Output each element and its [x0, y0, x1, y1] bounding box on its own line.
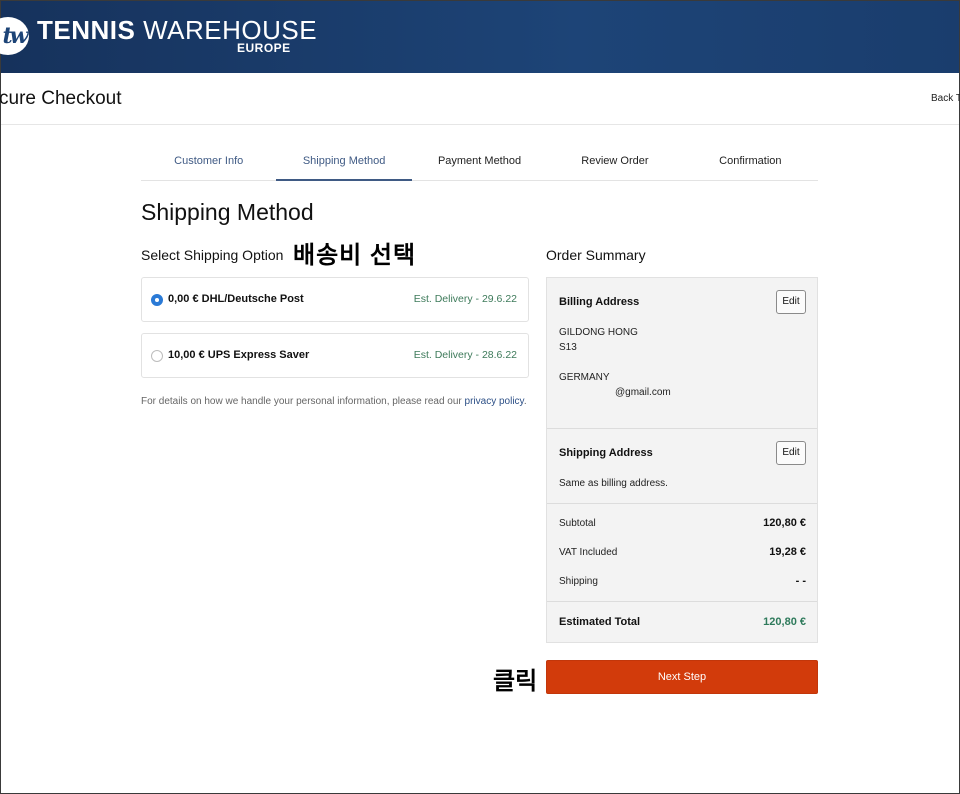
- summary-divider: [547, 601, 817, 602]
- radio-ups[interactable]: [151, 350, 163, 362]
- site-header: tw TENNIS WAREHOUSE EUROPE: [0, 1, 959, 73]
- next-step-button[interactable]: Next Step: [546, 660, 818, 694]
- edit-shipping-button[interactable]: Edit: [776, 441, 806, 465]
- shipping-option-ups[interactable]: 10,00 € UPS Express Saver Est. Delivery …: [141, 333, 529, 378]
- subtotal-label: Subtotal: [559, 518, 596, 529]
- annotation-click: 클릭: [493, 668, 538, 695]
- step-review-order: Review Order: [581, 155, 649, 167]
- shipping-address-text: Same as billing address.: [559, 478, 668, 489]
- shipping-option-dhl[interactable]: 0,00 € DHL/Deutsche Post Est. Delivery -…: [141, 277, 529, 322]
- page-heading: cure Checkout: [0, 88, 122, 109]
- summary-divider: [547, 503, 817, 504]
- privacy-note: For details on how we handle your person…: [141, 396, 527, 407]
- estimated-total-label: Estimated Total: [559, 616, 641, 628]
- logo-mark[interactable]: tw: [0, 17, 29, 55]
- order-summary-title: Order Summary: [546, 247, 646, 263]
- back-link[interactable]: Back To: [931, 93, 960, 104]
- brand-region: EUROPE: [237, 41, 291, 55]
- vat-value: 19,28 €: [769, 546, 806, 558]
- shipping-subtitle: Select Shipping Option: [141, 247, 284, 263]
- shipping-cost-value: - -: [795, 575, 806, 587]
- brand-name-light: WAREHOUSE: [143, 15, 318, 45]
- summary-divider: [547, 428, 817, 429]
- billing-name: GILDONG HONG: [559, 327, 638, 338]
- section-title: Shipping Method: [141, 199, 314, 225]
- edit-billing-button[interactable]: Edit: [776, 290, 806, 314]
- option-label: 0,00 € DHL/Deutsche Post: [168, 293, 304, 305]
- checkout-steps: Customer Info Shipping Method Payment Me…: [141, 141, 818, 181]
- privacy-policy-link[interactable]: privacy policy: [465, 396, 524, 407]
- shipping-cost-label: Shipping: [559, 576, 598, 587]
- step-shipping-method[interactable]: Shipping Method: [276, 141, 413, 181]
- shipping-address-heading: Shipping Address: [559, 447, 653, 459]
- vat-label: VAT Included: [559, 547, 618, 558]
- option-delivery: Est. Delivery - 28.6.22: [413, 349, 517, 361]
- title-bar: cure Checkout Back To: [0, 73, 960, 125]
- billing-street: S13: [559, 342, 577, 353]
- privacy-end: .: [523, 396, 527, 407]
- billing-address-heading: Billing Address: [559, 296, 640, 308]
- order-summary-panel: Billing Address Edit GILDONG HONG S13 GE…: [546, 277, 818, 643]
- step-payment-method: Payment Method: [437, 155, 522, 167]
- estimated-total-value: 120,80 €: [763, 616, 806, 628]
- radio-dhl[interactable]: [151, 294, 163, 306]
- privacy-text: For details on how we handle your person…: [141, 396, 465, 407]
- step-confirmation: Confirmation: [719, 155, 782, 167]
- annotation-select-shipping: 배송비 선택: [293, 242, 417, 269]
- logo-mark-text: tw: [2, 23, 28, 49]
- step-customer-info[interactable]: Customer Info: [141, 141, 276, 180]
- billing-email: @gmail.com: [615, 387, 671, 398]
- option-delivery: Est. Delivery - 29.6.22: [413, 293, 517, 305]
- brand-name-bold: TENNIS: [37, 15, 136, 45]
- option-label: 10,00 € UPS Express Saver: [168, 349, 310, 361]
- subtotal-value: 120,80 €: [763, 517, 806, 529]
- billing-country: GERMANY: [559, 372, 610, 383]
